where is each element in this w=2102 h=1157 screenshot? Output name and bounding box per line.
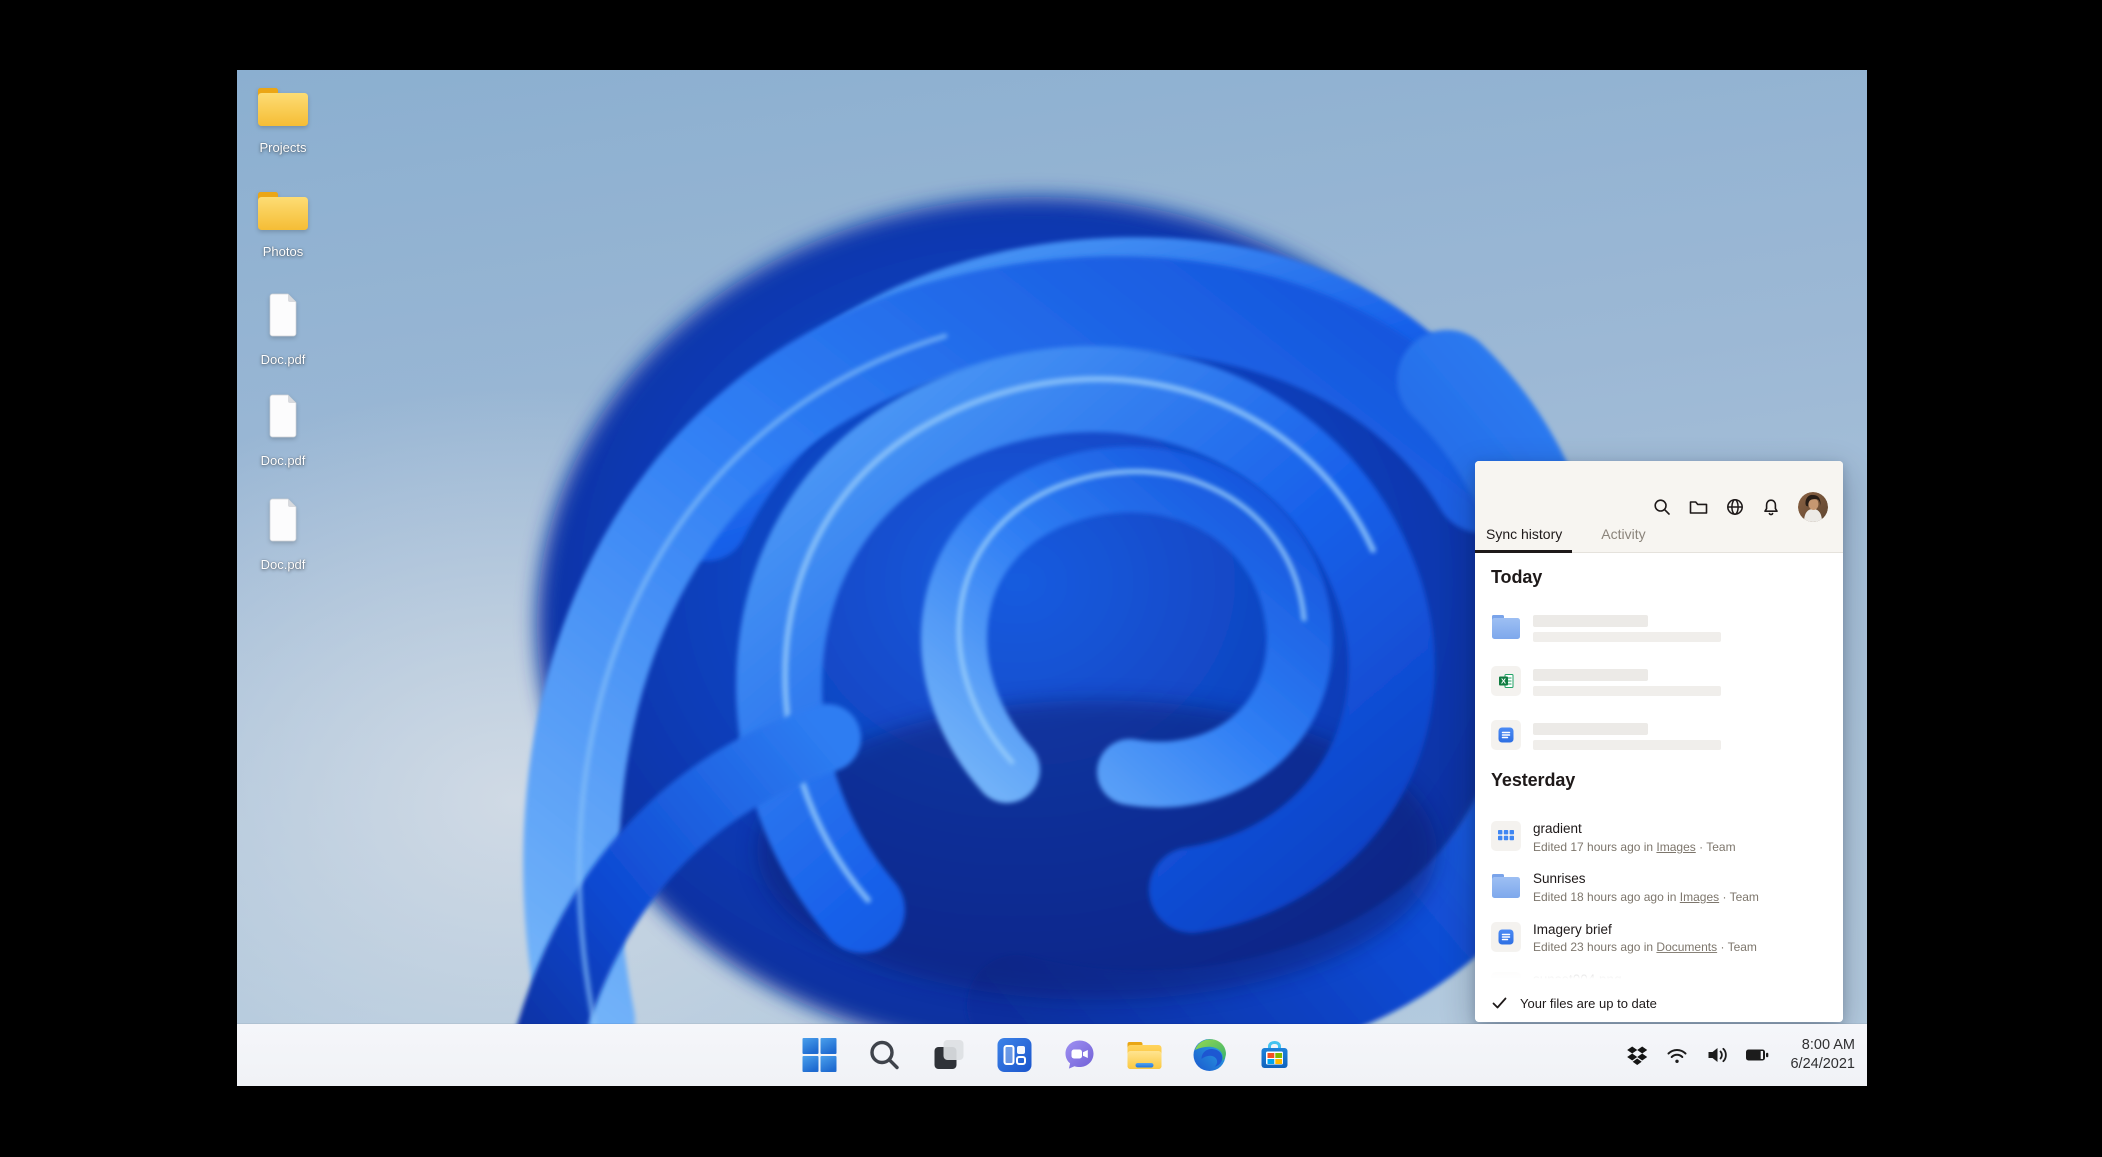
file-explorer-icon [1126, 1039, 1164, 1071]
chat-icon [1063, 1038, 1097, 1072]
pdf-file-icon [263, 393, 303, 441]
desktop-icon-doc-pdf-3[interactable]: Doc.pdf [243, 497, 323, 571]
widgets-button[interactable] [993, 1033, 1037, 1077]
skeleton-bars [1533, 612, 1721, 642]
folder-icon [256, 86, 310, 128]
file-title: gradient [1533, 821, 1736, 838]
widgets-icon [998, 1038, 1032, 1072]
list-item-gradient[interactable]: gradient Edited 17 hours ago in Images ·… [1475, 821, 1843, 856]
desktop-icon-label: Photos [263, 245, 303, 258]
desktop-icon-label: Projects [260, 141, 307, 154]
skeleton-bars [1533, 666, 1721, 696]
tab-activity[interactable]: Activity [1590, 516, 1655, 552]
link-images[interactable]: Images [1656, 840, 1695, 854]
avatar[interactable] [1798, 492, 1828, 522]
desktop-icon-doc-pdf-1[interactable]: Doc.pdf [243, 292, 323, 366]
file-explorer-button[interactable] [1123, 1033, 1167, 1077]
link-documents[interactable]: Documents [1656, 940, 1717, 954]
folder-icon [256, 190, 310, 232]
list-item-skeleton[interactable] [1475, 612, 1843, 642]
file-meta: Edited 23 hours ago in Documents · Team [1533, 939, 1757, 956]
check-icon [1492, 997, 1507, 1009]
desktop-icon-doc-pdf-2[interactable]: Doc.pdf [243, 393, 323, 467]
link-images[interactable]: Images [1680, 890, 1719, 904]
panel-tabs: Sync history Activity [1475, 516, 1656, 552]
search-icon [868, 1038, 902, 1072]
sync-status-text: Your files are up to date [1520, 996, 1657, 1011]
excel-file-icon: X [1491, 666, 1521, 696]
svg-text:X: X [1501, 677, 1506, 686]
blue-folder-icon [1491, 871, 1521, 901]
blue-folder-icon [1491, 612, 1521, 642]
file-title: Sunrises [1533, 871, 1759, 888]
desktop: Projects Photos Doc.pdf Doc.pdf Doc.pdf [237, 70, 1867, 1086]
edge-icon [1192, 1037, 1228, 1073]
file-meta: Edited 17 hours ago in Images · Team [1533, 839, 1736, 856]
list-item-sunrises[interactable]: Sunrises Edited 18 hours ago ago in Imag… [1475, 871, 1843, 906]
doc-file-icon [1491, 922, 1521, 952]
start-button[interactable] [798, 1033, 842, 1077]
pdf-file-icon [263, 292, 303, 340]
file-meta: Edited 18 hours ago ago in Images · Team [1533, 889, 1759, 906]
tab-sync-history[interactable]: Sync history [1475, 516, 1572, 552]
chat-button[interactable] [1058, 1033, 1102, 1077]
panel-footer: Your files are up to date [1475, 984, 1843, 1022]
desktop-icon-label: Doc.pdf [261, 353, 306, 366]
store-icon [1258, 1038, 1292, 1072]
section-heading-yesterday: Yesterday [1491, 770, 1843, 791]
desktop-icon-label: Doc.pdf [261, 558, 306, 571]
battery-icon[interactable] [1744, 1042, 1770, 1068]
globe-icon[interactable] [1726, 498, 1744, 516]
desktop-icon-photos[interactable]: Photos [243, 190, 323, 258]
search-icon[interactable] [1653, 498, 1671, 516]
search-button[interactable] [863, 1033, 907, 1077]
dropbox-panel: Sync history Activity Today [1475, 461, 1843, 1022]
list-item-imagery-brief[interactable]: Imagery brief Edited 23 hours ago in Doc… [1475, 922, 1843, 957]
wifi-icon[interactable] [1664, 1042, 1690, 1068]
dropbox-tray-icon[interactable] [1624, 1042, 1650, 1068]
letterbox: { "desktop": { "icons": [ {"label": "Pro… [0, 0, 2102, 1157]
list-item-skeleton[interactable]: X [1475, 666, 1843, 696]
pdf-file-icon [263, 497, 303, 545]
list-item-skeleton[interactable] [1475, 720, 1843, 750]
panel-header: Sync history Activity [1475, 461, 1843, 553]
desktop-icon-label: Doc.pdf [261, 454, 306, 467]
windows-logo-icon [803, 1038, 837, 1072]
task-view-button[interactable] [928, 1033, 972, 1077]
section-heading-today: Today [1491, 567, 1843, 588]
desktop-icon-projects[interactable]: Projects [243, 86, 323, 154]
system-tray: 8:00 AM 6/24/2021 [1624, 1024, 1859, 1086]
volume-icon[interactable] [1704, 1042, 1730, 1068]
clock-time: 8:00 AM [1790, 1036, 1855, 1055]
taskbar: 8:00 AM 6/24/2021 [237, 1024, 1867, 1086]
store-button[interactable] [1253, 1033, 1297, 1077]
skeleton-bars [1533, 720, 1721, 750]
clock-date: 6/24/2021 [1790, 1055, 1855, 1074]
folder-icon[interactable] [1689, 498, 1708, 516]
grid-image-icon [1491, 821, 1521, 851]
panel-body: Today [1475, 553, 1843, 1022]
clock[interactable]: 8:00 AM 6/24/2021 [1790, 1036, 1859, 1074]
bell-icon[interactable] [1762, 498, 1780, 517]
task-view-icon [933, 1038, 967, 1072]
edge-button[interactable] [1188, 1033, 1232, 1077]
file-title: Imagery brief [1533, 922, 1757, 939]
doc-file-icon [1491, 720, 1521, 750]
